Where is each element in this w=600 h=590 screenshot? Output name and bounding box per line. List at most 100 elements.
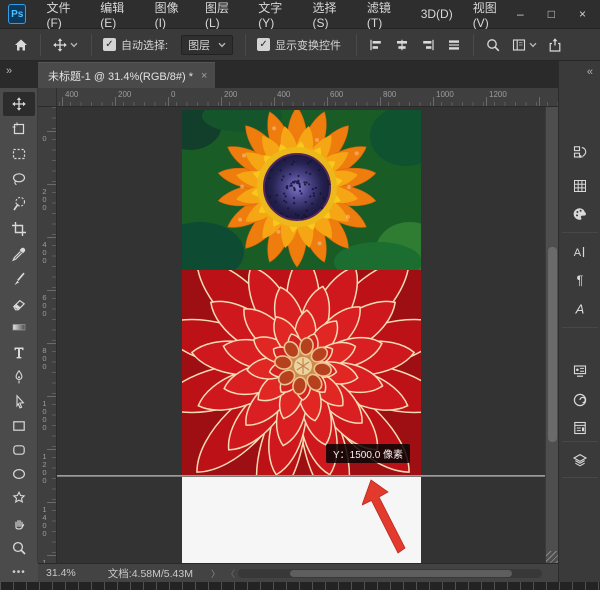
custom-shape-tool[interactable] (3, 486, 35, 510)
checkbox-checked-icon: ✓ (257, 38, 270, 51)
move-tool[interactable] (3, 92, 35, 116)
minimize-button[interactable]: – (517, 7, 524, 21)
paragraph-icon[interactable]: ¶ (571, 271, 589, 289)
align-left-button[interactable] (363, 32, 389, 58)
ruler-corner (38, 88, 57, 107)
align-right-button[interactable] (415, 32, 441, 58)
direct-selection-tool[interactable] (3, 390, 35, 414)
status-popup-chevron[interactable]: 〉 (211, 567, 220, 580)
hand-tool[interactable] (3, 511, 35, 535)
lasso-tool[interactable] (3, 167, 35, 191)
resize-grip[interactable] (546, 551, 558, 563)
menu-item-4[interactable]: 文字(Y) (248, 0, 302, 29)
share-icon (547, 37, 563, 53)
expander-chevrons-icon[interactable]: » (6, 65, 11, 77)
type-tool[interactable] (3, 340, 35, 364)
v-ruler-label-7: 1400 (40, 505, 49, 537)
zoom-tool[interactable] (3, 536, 35, 560)
document-size-info[interactable]: 文档:4.58M/5.43M (108, 566, 193, 581)
marquee-tool[interactable] (3, 142, 35, 166)
menu-item-7[interactable]: 3D(D) (411, 0, 463, 29)
zoom-tool-icon (11, 540, 27, 556)
artboard-tool-icon (11, 121, 27, 137)
eraser-tool[interactable] (3, 292, 35, 316)
photoshop-window: Ps 文件(F)编辑(E)图像(I)图层(L)文字(Y)选择(S)滤镜(T)3D… (0, 0, 600, 590)
artboard-tool[interactable] (3, 117, 35, 141)
menu-item-1[interactable]: 编辑(E) (90, 0, 144, 29)
right-panel-dock: « A ¶ A (558, 61, 600, 582)
canvas-area[interactable]: Y：1500.0 像素 (57, 107, 545, 563)
maximize-button[interactable]: □ (548, 7, 555, 21)
menu-item-3[interactable]: 图层(L) (195, 0, 248, 29)
home-button[interactable] (8, 32, 34, 58)
rectangle-tool[interactable] (3, 414, 35, 438)
collapse-dock-icon[interactable]: « (587, 66, 592, 78)
rounded-rectangle-tool-icon (11, 442, 27, 458)
libraries-icon[interactable] (571, 391, 589, 409)
swatches-icon[interactable] (571, 205, 589, 223)
distribute-button[interactable] (441, 32, 467, 58)
show-transform-label: 显示变换控件 (275, 37, 341, 53)
move-tool-preset[interactable] (47, 32, 85, 58)
document-tab[interactable]: 未标题-1 @ 31.4%(RGB/8#) * × (38, 62, 215, 88)
hand-tool-icon (11, 515, 27, 531)
vertical-ruler: 02004006008001000120014001600 (38, 107, 57, 563)
marquee-tool-icon (11, 146, 27, 162)
vertical-scrollbar-thumb[interactable] (548, 247, 557, 442)
h-ruler-label-7: 1000 (436, 90, 454, 99)
character-icon[interactable]: A (571, 243, 589, 261)
menu-item-5[interactable]: 选择(S) (303, 0, 357, 29)
adjustments-icon[interactable] (571, 362, 589, 380)
ellipse-tool[interactable] (3, 462, 35, 486)
pen-tool-icon (11, 369, 27, 385)
status-bar: 31.4% 文档:4.58M/5.43M 〉 〈 (38, 563, 558, 582)
home-icon (13, 37, 29, 53)
brush-tool-icon (11, 271, 27, 287)
close-button[interactable]: × (579, 7, 586, 21)
align-center-button[interactable] (389, 32, 415, 58)
layers-icon[interactable] (571, 451, 589, 469)
share-button[interactable] (542, 32, 568, 58)
menu-item-6[interactable]: 滤镜(T) (357, 0, 411, 29)
workspace-switcher[interactable] (506, 32, 542, 58)
menu-item-2[interactable]: 图像(I) (145, 0, 195, 29)
ellipsis-icon: ••• (12, 567, 26, 578)
photoshop-logo: Ps (8, 4, 26, 24)
quick-selection-tool[interactable] (3, 192, 35, 216)
properties-icon[interactable] (571, 419, 589, 437)
show-transform-checkbox[interactable]: ✓ 显示变换控件 (252, 32, 346, 58)
custom-shape-tool-icon (11, 490, 27, 506)
window-controls: – □ × (517, 7, 600, 21)
glyphs-icon[interactable]: A (571, 300, 589, 318)
tab-close-icon[interactable]: × (201, 70, 207, 82)
rounded-rectangle-tool[interactable] (3, 438, 35, 462)
history-icon[interactable] (571, 143, 589, 161)
menu-item-0[interactable]: 文件(F) (36, 0, 90, 29)
tools-panel (0, 88, 38, 582)
checkbox-checked-icon: ✓ (103, 38, 116, 51)
chevron-down-icon (68, 37, 80, 53)
align-right-icon (420, 37, 436, 53)
dock-divider-0 (562, 232, 598, 233)
divider (40, 34, 41, 56)
auto-select-target-dropdown[interactable]: 图层 (181, 35, 233, 55)
horizontal-scrollbar[interactable] (238, 569, 542, 578)
auto-select-checkbox[interactable]: ✓ 自动选择: (98, 32, 173, 58)
eyedropper-tool[interactable] (3, 242, 35, 266)
v-ruler-label-3: 600 (40, 293, 49, 317)
horizontal-guide[interactable] (57, 475, 545, 477)
h-ruler-label-5: 600 (330, 90, 343, 99)
zoom-level-field[interactable]: 31.4% (46, 567, 76, 579)
grid-icon[interactable] (571, 177, 589, 195)
brush-tool[interactable] (3, 267, 35, 291)
search-button[interactable] (480, 32, 506, 58)
vertical-scrollbar[interactable] (545, 107, 558, 563)
edit-toolbar-button[interactable]: ••• (0, 563, 38, 582)
horizontal-scrollbar-thumb[interactable] (290, 570, 512, 577)
crop-tool[interactable] (3, 217, 35, 241)
h-ruler-label-0: 400 (65, 90, 78, 99)
pen-tool[interactable] (3, 365, 35, 389)
gradient-tool[interactable] (3, 315, 35, 339)
menu-item-8[interactable]: 视图(V) (463, 0, 517, 29)
h-ruler-label-1: 200 (118, 90, 131, 99)
